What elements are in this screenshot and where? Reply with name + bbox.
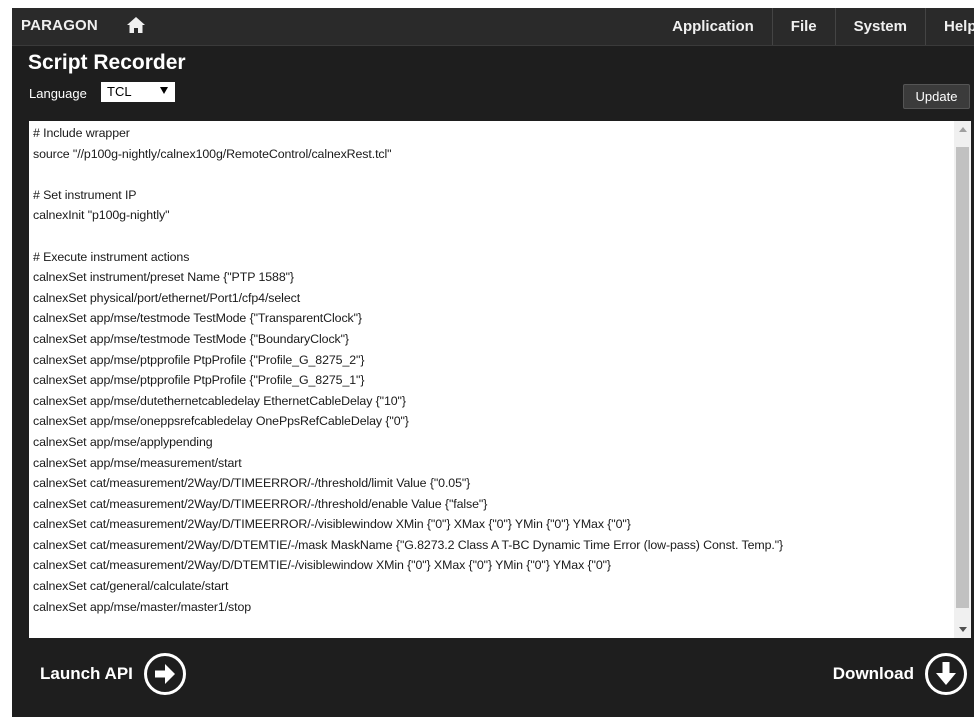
brand-logo: PARAGON [21, 17, 98, 34]
script-line: calnexSet app/mse/ptpprofile PtpProfile … [33, 373, 365, 388]
top-bar: PARAGON Application File System Help [12, 8, 974, 46]
script-line: calnexSet cat/measurement/2Way/D/DTEMTIE… [33, 558, 611, 573]
script-line [33, 164, 948, 185]
script-line: calnexSet instrument/preset Name {"PTP 1… [33, 270, 294, 285]
language-select[interactable]: TCL [101, 82, 175, 102]
download-label: Download [832, 664, 914, 683]
script-line: calnexSet physical/port/ethernet/Port1/c… [33, 290, 301, 305]
update-button[interactable]: Update [903, 84, 970, 109]
menu-application[interactable]: Application [654, 8, 772, 45]
page-title: Script Recorder [28, 51, 186, 74]
script-line: source "//p100g-nightly/calnex100g/Remot… [33, 146, 392, 161]
script-line: # Set instrument IP [33, 187, 137, 202]
main-menu: Application File System Help [654, 8, 974, 45]
script-line: calnexInit "p100g-nightly" [33, 208, 170, 223]
arrow-down-circle-icon[interactable] [924, 652, 968, 696]
home-icon[interactable] [126, 16, 146, 34]
launch-api-button[interactable]: Launch API [40, 652, 187, 696]
chevron-down-icon [160, 87, 168, 94]
download-button[interactable]: Download [833, 652, 968, 696]
script-line: calnexSet cat/measurement/2Way/D/TIMEERR… [33, 496, 488, 511]
vertical-scrollbar[interactable] [954, 121, 971, 638]
script-line: # Execute instrument actions [33, 249, 190, 264]
scrollbar-thumb[interactable] [956, 147, 969, 608]
script-line: calnexSet cat/measurement/2Way/D/TIMEERR… [33, 476, 471, 491]
script-line: calnexSet app/mse/ptpprofile PtpProfile … [33, 352, 365, 367]
script-line: calnexSet app/mse/oneppsrefcabledelay On… [33, 414, 409, 429]
script-text[interactable]: # Include wrapper source "//p100g-nightly… [33, 123, 948, 617]
script-line: calnexSet app/mse/dutethernetcabledelay … [33, 393, 406, 408]
script-editor[interactable]: # Include wrapper source "//p100g-nightly… [29, 121, 971, 638]
launch-api-label: Launch API [40, 664, 133, 683]
scroll-down-arrow-icon[interactable] [954, 621, 971, 638]
language-select-value: TCL [107, 84, 132, 99]
script-line [33, 226, 948, 247]
script-line: calnexSet app/mse/testmode TestMode {"Bo… [33, 331, 349, 346]
script-line: calnexSet app/mse/measurement/start [33, 455, 242, 470]
language-label: Language [29, 86, 87, 101]
script-line: calnexSet app/mse/testmode TestMode {"Tr… [33, 311, 362, 326]
script-line: calnexSet cat/measurement/2Way/D/TIMEERR… [33, 517, 631, 532]
script-line: # Include wrapper [33, 126, 130, 140]
script-line: calnexSet app/mse/applypending [33, 434, 213, 449]
menu-file[interactable]: File [771, 8, 835, 45]
app-window: PARAGON Application File System Help Scr… [12, 8, 974, 717]
menu-help[interactable]: Help [925, 8, 974, 45]
script-line: calnexSet app/mse/master/master1/stop [33, 599, 252, 614]
scroll-up-arrow-icon[interactable] [954, 121, 971, 138]
arrow-right-circle-icon[interactable] [143, 652, 187, 696]
script-line: calnexSet cat/general/calculate/start [33, 579, 229, 594]
script-line: calnexSet cat/measurement/2Way/D/DTEMTIE… [33, 537, 784, 552]
menu-system[interactable]: System [834, 8, 925, 45]
